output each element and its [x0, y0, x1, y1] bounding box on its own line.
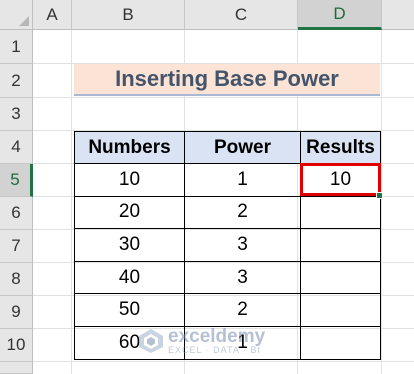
table-row: 50 2	[74, 293, 381, 327]
table-header-row: Numbers Power Results	[74, 131, 381, 164]
watermark-text: exceldemy EXCEL · DATA · BI	[168, 327, 265, 355]
header-power[interactable]: Power	[184, 131, 301, 164]
cell-result[interactable]	[300, 228, 381, 262]
active-cell-d5[interactable]: 10	[300, 163, 381, 196]
fill-handle[interactable]	[376, 192, 383, 199]
table-row: 20 2	[74, 195, 381, 230]
cell-power[interactable]: 2	[184, 195, 301, 230]
cell-power[interactable]: 1	[184, 163, 301, 197]
cell-result[interactable]	[300, 325, 381, 360]
cell-result[interactable]	[300, 293, 381, 327]
row-header-6[interactable]: 6	[0, 197, 33, 230]
header-results[interactable]: Results	[300, 131, 381, 164]
gridline	[71, 30, 72, 374]
cell-result[interactable]	[300, 195, 381, 230]
table-row: 40 3	[74, 260, 381, 295]
exceldemy-logo-icon	[139, 329, 163, 353]
gridline	[33, 97, 414, 98]
row-header-4[interactable]: 4	[0, 131, 33, 164]
cell-number[interactable]: 50	[74, 293, 185, 327]
row-header-9[interactable]: 9	[0, 296, 33, 329]
row-header-2[interactable]: 2	[0, 64, 33, 98]
cell-number[interactable]: 30	[74, 228, 185, 262]
watermark-tagline: EXCEL · DATA · BI	[168, 345, 261, 355]
gridline	[33, 361, 414, 362]
row-header-7[interactable]: 7	[0, 230, 33, 263]
cell-power[interactable]: 2	[184, 293, 301, 327]
gridline	[381, 30, 382, 374]
row-header-10[interactable]: 10	[0, 329, 33, 362]
cell-power[interactable]: 3	[184, 260, 301, 295]
watermark-name: exceldemy	[168, 326, 266, 347]
cell-number[interactable]: 40	[74, 260, 185, 295]
column-header-a[interactable]: A	[33, 0, 72, 30]
column-header-e[interactable]	[382, 0, 414, 30]
cell-number[interactable]: 20	[74, 195, 185, 230]
row-header-1[interactable]: 1	[0, 30, 33, 64]
cell-result[interactable]	[300, 260, 381, 295]
row-header-8[interactable]: 8	[0, 263, 33, 296]
row-header-5[interactable]: 5	[0, 164, 33, 197]
cell-power[interactable]: 3	[184, 228, 301, 262]
sheet-title[interactable]: Inserting Base Power	[74, 64, 380, 96]
select-all-button[interactable]	[0, 0, 33, 30]
cell-number[interactable]: 10	[74, 163, 185, 197]
watermark: exceldemy EXCEL · DATA · BI	[138, 327, 265, 355]
row-header-3[interactable]: 3	[0, 98, 33, 131]
column-header-c[interactable]: C	[185, 0, 298, 30]
select-all-triangle-icon	[19, 16, 29, 26]
column-header-d[interactable]: D	[298, 0, 382, 30]
row-header-11[interactable]	[0, 362, 33, 374]
table-row: 30 3	[74, 228, 381, 262]
header-numbers[interactable]: Numbers	[74, 131, 185, 164]
column-header-b[interactable]: B	[72, 0, 185, 30]
spreadsheet: A B C D 1 2 3 4 5 6 7 8 9 10 Inserting B…	[0, 0, 414, 374]
